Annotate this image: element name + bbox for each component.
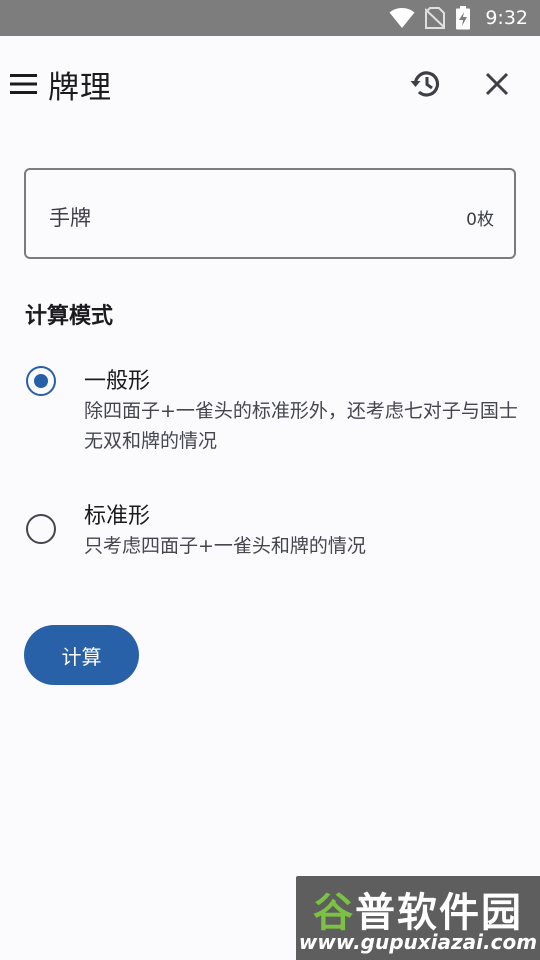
wifi-icon [389, 8, 415, 28]
status-time: 9:32 [485, 7, 528, 29]
radio-button-standard[interactable] [26, 514, 56, 544]
menu-icon [10, 74, 37, 94]
mode-option-standard[interactable]: 标准形 只考虑四面子+一雀头和牌的情况 [24, 498, 524, 568]
history-icon [410, 71, 440, 97]
no-sim-icon [425, 7, 446, 29]
hand-input-field[interactable]: 手牌 0枚 [24, 168, 516, 259]
mode-option-standard-desc: 只考虑四面子+一雀头和牌的情况 [84, 535, 366, 557]
calculate-button[interactable]: 计算 [24, 625, 139, 685]
close-icon [485, 72, 509, 96]
status-bar: 9:32 [0, 0, 540, 36]
app-bar: 牌理 [0, 36, 540, 132]
battery-charging-icon [456, 6, 471, 30]
hand-tile-count: 0枚 [466, 210, 494, 230]
mode-option-general[interactable]: 一般形 除四面子+一雀头的标准形外，还考虑七对子与国士无双和牌的情况 [24, 363, 524, 463]
menu-button[interactable] [10, 73, 38, 95]
history-button[interactable] [408, 66, 444, 102]
watermark-url: www.gupuxiazai.com [298, 930, 538, 954]
page-title: 牌理 [48, 70, 112, 106]
close-button[interactable] [482, 69, 512, 99]
mode-option-general-title: 一般形 [84, 369, 151, 394]
mode-option-standard-title: 标准形 [84, 504, 151, 529]
mode-option-general-desc: 除四面子+一雀头的标准形外，还考虑七对子与国士无双和牌的情况 [84, 400, 518, 452]
hand-input-label: 手牌 [49, 206, 91, 230]
calc-mode-title: 计算模式 [25, 304, 114, 329]
radio-button-general[interactable] [26, 366, 56, 396]
watermark-logo: 谷普软件园 www.gupuxiazai.com [296, 876, 540, 960]
